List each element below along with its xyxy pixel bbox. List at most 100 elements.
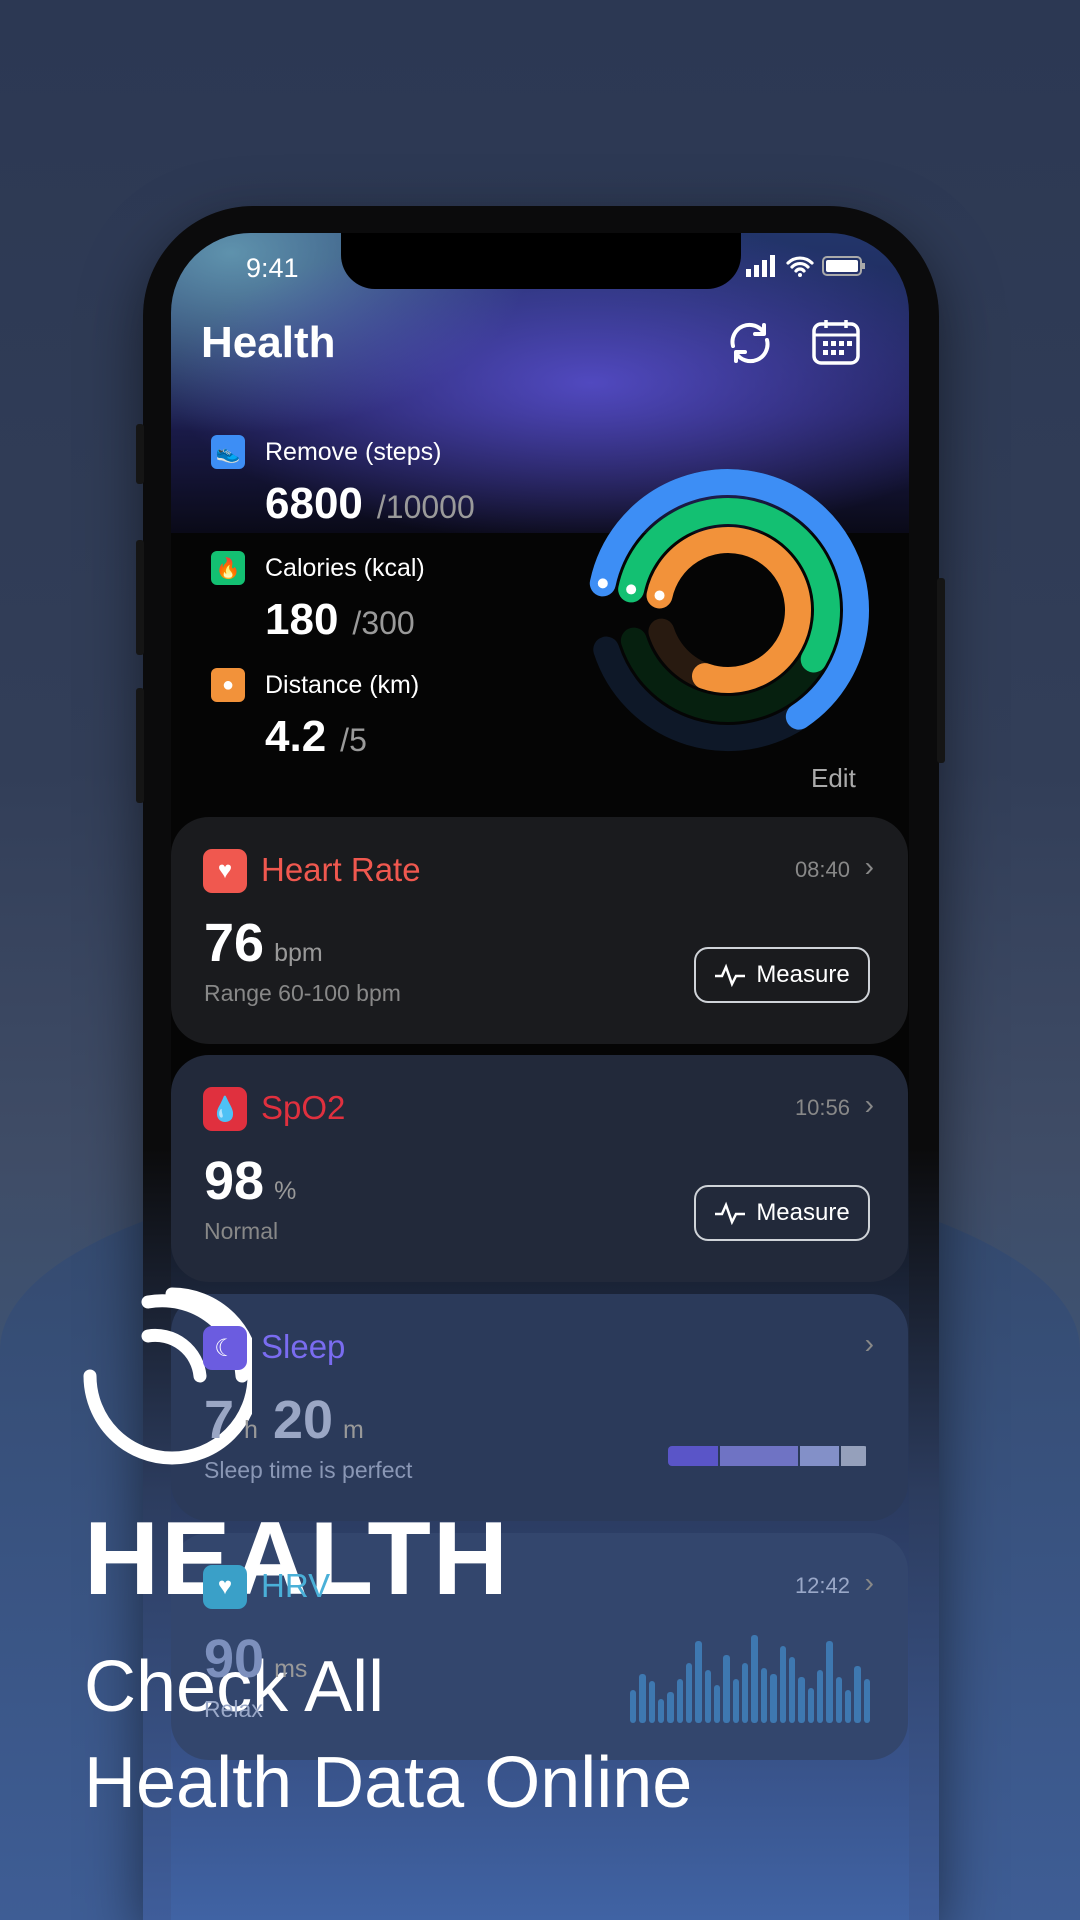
chevron-right-icon: › bbox=[864, 1567, 874, 1598]
hrv-bar bbox=[676, 1679, 684, 1723]
signal-icon bbox=[746, 255, 775, 277]
hrv-bar bbox=[816, 1670, 824, 1723]
hrv-bar bbox=[770, 1673, 777, 1723]
sleep-stage-segment bbox=[800, 1446, 839, 1466]
hrv-bar bbox=[760, 1668, 768, 1723]
hrv-bar bbox=[788, 1657, 796, 1723]
hrv-bar bbox=[742, 1662, 749, 1723]
stat-calories: 🔥 Calories (kcal) 180/300 bbox=[211, 551, 425, 645]
flame-icon bbox=[626, 584, 637, 595]
location-pin-icon: ● bbox=[211, 668, 245, 702]
hrv-bar bbox=[751, 1635, 758, 1723]
card-title: SpO2 bbox=[261, 1089, 346, 1126]
card-title: Heart Rate bbox=[261, 851, 421, 888]
card-subtitle: Range 60-100 bpm bbox=[204, 980, 401, 1006]
stat-goal: /300 bbox=[352, 605, 415, 641]
hrv-bar bbox=[686, 1662, 693, 1723]
shoe-icon bbox=[597, 578, 608, 589]
hrv-bar bbox=[863, 1679, 870, 1723]
refresh-icon[interactable] bbox=[727, 320, 773, 366]
measure-spo2-button[interactable]: Measure bbox=[694, 1185, 870, 1241]
sleep-stage-segment bbox=[720, 1446, 799, 1466]
sleep-stage-bar bbox=[668, 1446, 868, 1466]
stat-value: 4.2 bbox=[265, 712, 327, 761]
blood-drop-icon: 💧 bbox=[203, 1087, 247, 1131]
unit: % bbox=[274, 1177, 297, 1205]
stat-value: 6800 bbox=[265, 479, 363, 528]
measure-heart-button[interactable]: Measure bbox=[694, 947, 870, 1003]
chevron-right-icon: › bbox=[864, 1089, 874, 1120]
sleep-minutes: 20 bbox=[272, 1390, 334, 1450]
card-title: HRV bbox=[261, 1567, 331, 1604]
activity-rings[interactable] bbox=[568, 450, 888, 770]
heart-rate-value: 76 bbox=[204, 913, 265, 973]
sleep-stage-segment bbox=[840, 1446, 867, 1466]
sleep-stage-segment bbox=[668, 1446, 719, 1466]
hrv-bar bbox=[826, 1640, 833, 1723]
card-time: 10:56 bbox=[794, 1095, 850, 1120]
edit-link[interactable]: Edit bbox=[811, 763, 856, 794]
stat-label: Remove (steps) bbox=[265, 437, 442, 466]
card-subtitle: Sleep time is perfect bbox=[204, 1457, 413, 1483]
heart-rate-card[interactable]: ♥ Heart Rate 08:40 › 76 bpm Range 60-100 … bbox=[171, 817, 908, 1044]
measure-label: Measure bbox=[756, 961, 850, 988]
unit: ms bbox=[274, 1655, 308, 1683]
app-screen: 9:41 Health 👟 Remove (steps) 6800/10000 🔥… bbox=[171, 233, 909, 1920]
promo-line-2: Health Data Online bbox=[84, 1743, 693, 1823]
hrv-bar bbox=[779, 1646, 786, 1723]
unit: m bbox=[343, 1416, 364, 1444]
card-time: 08:40 bbox=[794, 857, 850, 882]
hrv-bar bbox=[630, 1690, 637, 1723]
hrv-bar bbox=[658, 1698, 665, 1723]
flame-icon: 🔥 bbox=[211, 551, 245, 585]
status-time: 9:41 bbox=[246, 253, 299, 283]
hrv-bar-chart bbox=[630, 1633, 870, 1723]
hrv-bar bbox=[704, 1670, 712, 1723]
page-title: Health bbox=[201, 318, 336, 367]
hrv-bar bbox=[714, 1684, 721, 1723]
location-pin-icon bbox=[654, 590, 665, 601]
card-subtitle: Relax bbox=[204, 1696, 263, 1722]
hrv-bar bbox=[844, 1690, 852, 1723]
hrv-bar bbox=[835, 1676, 842, 1723]
hrv-bar bbox=[639, 1673, 646, 1723]
status-icons bbox=[746, 255, 866, 277]
phone-volume-down-button bbox=[136, 688, 144, 803]
phone-power-button bbox=[937, 578, 945, 763]
sleep-card[interactable]: ☾ Sleep › 7h 20 m Sleep time is perfect bbox=[171, 1294, 908, 1521]
hrv-bar bbox=[695, 1640, 702, 1723]
card-title: Sleep bbox=[261, 1328, 346, 1365]
stat-steps: 👟 Remove (steps) 6800/10000 bbox=[211, 435, 475, 529]
stat-label: Distance (km) bbox=[265, 670, 420, 699]
stat-distance: ● Distance (km) 4.2/5 bbox=[211, 668, 419, 762]
unit: bpm bbox=[274, 939, 323, 967]
card-time: 12:42 bbox=[794, 1573, 850, 1598]
notch bbox=[341, 233, 741, 289]
hrv-bar bbox=[807, 1687, 814, 1723]
stat-goal: /5 bbox=[340, 722, 367, 758]
hrv-bar bbox=[798, 1676, 805, 1723]
hrv-bar bbox=[648, 1681, 656, 1723]
hrv-bar bbox=[723, 1654, 730, 1723]
phone-volume-up-button bbox=[136, 540, 144, 655]
chevron-right-icon: › bbox=[864, 851, 874, 882]
chevron-right-icon: › bbox=[864, 1328, 874, 1359]
stat-value: 180 bbox=[265, 595, 339, 644]
pulse-icon bbox=[715, 1201, 746, 1225]
measure-label: Measure bbox=[756, 1199, 850, 1226]
phone-mute-button bbox=[136, 424, 144, 484]
hrv-bar bbox=[732, 1679, 740, 1723]
hrv-bar bbox=[667, 1692, 674, 1723]
pulse-icon bbox=[715, 963, 746, 987]
heart-icon: ♥ bbox=[203, 849, 247, 893]
spo2-card[interactable]: 💧 SpO2 10:56 › 98% Normal Measure bbox=[171, 1055, 908, 1282]
hrv-bar bbox=[854, 1665, 861, 1723]
battery-icon bbox=[822, 256, 865, 276]
card-subtitle: Normal bbox=[204, 1218, 279, 1244]
stat-label: Calories (kcal) bbox=[265, 553, 425, 582]
shoe-icon: 👟 bbox=[211, 435, 245, 469]
calendar-icon[interactable] bbox=[811, 318, 861, 366]
stat-goal: /10000 bbox=[376, 489, 475, 525]
hrv-icon: ♥ bbox=[203, 1565, 247, 1609]
unit: h bbox=[244, 1416, 258, 1444]
